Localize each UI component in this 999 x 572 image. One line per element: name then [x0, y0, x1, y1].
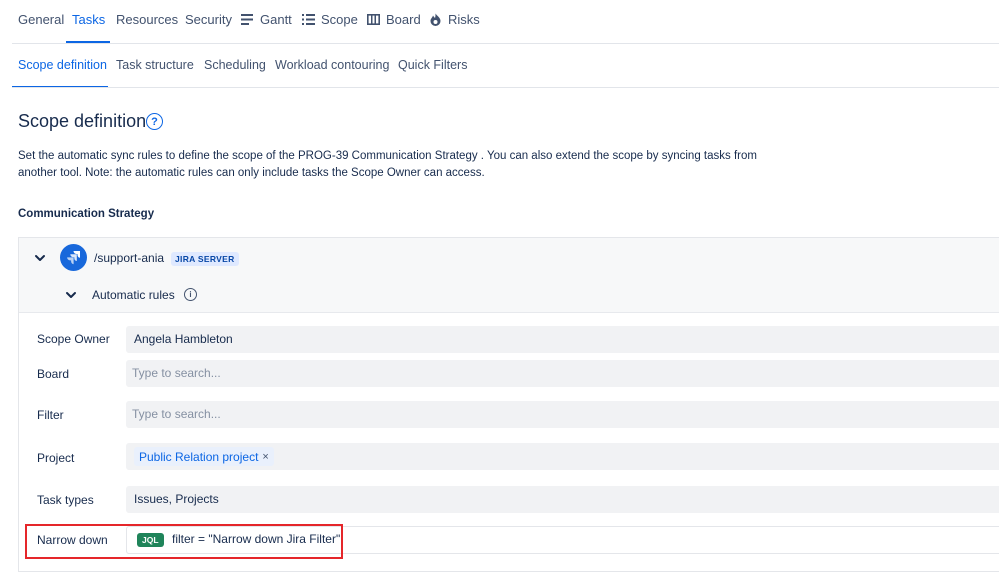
- subtab-quick-filters[interactable]: Quick Filters: [398, 58, 467, 72]
- tab-tasks[interactable]: Tasks: [72, 12, 105, 27]
- tab-security[interactable]: Security: [185, 12, 232, 27]
- tab-gantt[interactable]: Gantt: [240, 12, 292, 27]
- tab-label: Risks: [448, 12, 480, 27]
- tab-label: Security: [185, 12, 232, 27]
- project-label: Project: [37, 451, 75, 465]
- board-search-input[interactable]: Type to search...: [126, 360, 999, 387]
- connection-type-badge: JIRA SERVER: [171, 252, 239, 266]
- chevron-down-icon[interactable]: [34, 252, 46, 264]
- connection-header[interactable]: /support-ania JIRA SERVER: [19, 238, 999, 279]
- connection-panel: /support-ania JIRA SERVER Automatic rule…: [18, 237, 999, 572]
- sub-tab-bar: Scope definition Task structure Scheduli…: [0, 44, 999, 88]
- scope-list-icon: [301, 13, 315, 27]
- task-types-field[interactable]: Issues, Projects: [126, 486, 999, 513]
- filter-placeholder: Type to search...: [132, 407, 221, 421]
- tab-label: Board: [386, 12, 421, 27]
- tab-label: Resources: [116, 12, 179, 27]
- connection-name: /support-ania: [94, 251, 165, 265]
- automatic-rules-label: Automatic rules: [92, 288, 175, 302]
- task-types-label: Task types: [37, 493, 94, 507]
- tab-label: Scope: [321, 12, 358, 27]
- info-icon[interactable]: i: [184, 288, 197, 301]
- divider: [12, 87, 999, 88]
- jql-badge: JQL: [137, 533, 164, 547]
- tab-label: Gantt: [260, 12, 292, 27]
- tab-general[interactable]: General: [18, 12, 64, 27]
- tab-label: Tasks: [72, 12, 106, 27]
- scope-owner-field[interactable]: Angela Hambleton: [126, 326, 999, 353]
- board-placeholder: Type to search...: [132, 366, 221, 380]
- page-description: Set the automatic sync rules to define t…: [18, 150, 757, 179]
- scope-owner-value: Angela Hambleton: [134, 332, 233, 346]
- project-chip[interactable]: Public Relation project ×: [134, 447, 274, 466]
- project-field[interactable]: Public Relation project ×: [126, 443, 999, 470]
- scope-owner-label: Scope Owner: [37, 332, 110, 346]
- tab-resources[interactable]: Resources: [116, 12, 178, 27]
- subtab-workload-contouring[interactable]: Workload contouring: [275, 58, 389, 72]
- board-label: Board: [37, 367, 70, 381]
- narrow-down-jql-field[interactable]: JQL filter = "Narrow down Jira Filter": [126, 526, 999, 554]
- help-icon[interactable]: ?: [146, 113, 163, 130]
- filter-label: Filter: [37, 408, 64, 422]
- filter-search-input[interactable]: Type to search...: [126, 401, 999, 428]
- subtab-scope-definition[interactable]: Scope definition: [18, 58, 107, 72]
- tab-scope[interactable]: Scope: [301, 12, 358, 27]
- subtab-scheduling[interactable]: Scheduling: [204, 58, 266, 72]
- tab-risks[interactable]: Risks: [428, 12, 480, 27]
- page-title: Scope definition: [18, 111, 147, 131]
- chevron-down-icon[interactable]: [65, 289, 77, 301]
- remove-chip-icon[interactable]: ×: [262, 451, 268, 463]
- narrow-down-label: Narrow down: [37, 533, 108, 547]
- project-chip-label: Public Relation project: [139, 449, 259, 464]
- gantt-icon: [240, 13, 254, 27]
- tab-label: General: [18, 12, 65, 27]
- task-types-value: Issues, Projects: [134, 492, 219, 506]
- tab-board[interactable]: Board: [366, 12, 421, 27]
- board-icon: [366, 13, 380, 27]
- risks-flame-icon: [428, 13, 442, 27]
- subtab-task-structure[interactable]: Task structure: [116, 58, 194, 72]
- jira-logo-icon: [60, 244, 87, 271]
- top-tab-bar: General Tasks Resources Security Gantt S…: [0, 0, 999, 44]
- jql-query: filter = "Narrow down Jira Filter": [172, 532, 341, 546]
- section-title: Communication Strategy: [18, 208, 155, 220]
- automatic-rules-header[interactable]: Automatic rules i: [19, 278, 999, 313]
